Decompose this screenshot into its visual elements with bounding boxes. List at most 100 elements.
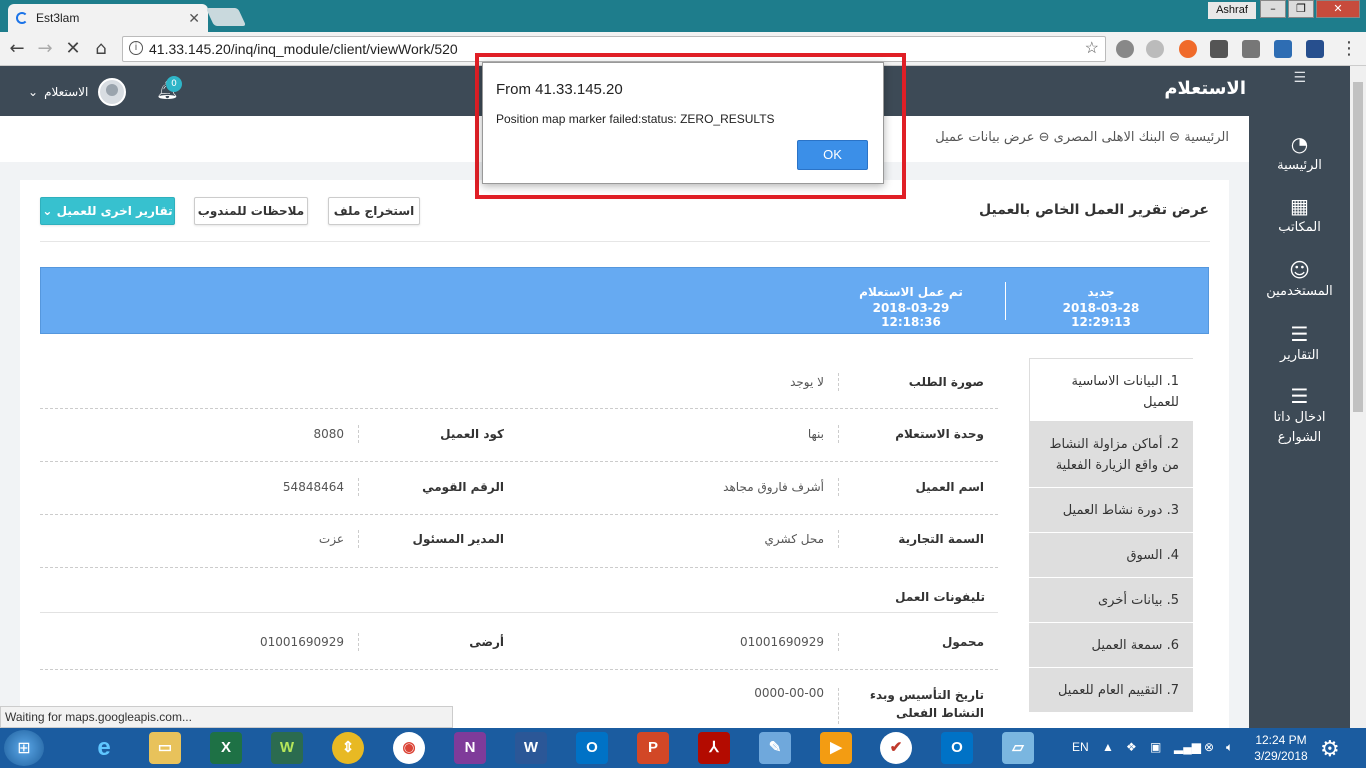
home-icon[interactable]: ⌂	[90, 38, 112, 59]
sidebar-item-users[interactable]: ☺ المستخدمين	[1249, 258, 1350, 299]
clock-time[interactable]: 12:24 PM	[1254, 733, 1308, 747]
new-tab-button[interactable]	[205, 8, 247, 26]
sidebar-item-home[interactable]: ◔ الرئيسية	[1249, 132, 1350, 173]
notification-badge: 0	[166, 76, 182, 92]
chevron-down-icon: ⌄	[28, 85, 39, 99]
agent-notes-button[interactable]: ملاحظات للمندوب	[194, 197, 308, 225]
field-separator	[358, 530, 359, 548]
list-icon: ☰	[1290, 322, 1309, 346]
field-separator	[838, 530, 839, 548]
dropbox-icon[interactable]: ❖	[1126, 740, 1137, 754]
menu-icon[interactable]: ⋮	[1338, 38, 1360, 59]
eraser-icon[interactable]	[1210, 40, 1228, 58]
browser-tab[interactable]: Est3lam ✕	[8, 4, 208, 32]
excel-icon[interactable]: X	[210, 732, 242, 764]
sidebar-item-label: الرئيسية	[1277, 158, 1322, 173]
national-id-label: الرقم القومي	[422, 480, 504, 494]
file-explorer-icon[interactable]: ▭	[149, 732, 181, 764]
volume-icon[interactable]: 🔈︎	[1226, 740, 1233, 755]
field-separator	[358, 633, 359, 651]
hamburger-icon[interactable]: ☰	[1293, 70, 1306, 86]
back-icon[interactable]: ←	[6, 38, 28, 59]
mobile-value: 01001690929	[740, 635, 824, 649]
paint-icon[interactable]: ✎	[759, 732, 791, 764]
minimize-button[interactable]: –	[1260, 0, 1286, 18]
camera-icon[interactable]	[1242, 40, 1260, 58]
landline-value: 01001690929	[260, 635, 344, 649]
request-image-label: صورة الطلب	[908, 375, 984, 389]
onenote-icon[interactable]: N	[454, 732, 486, 764]
extension-icon[interactable]	[1116, 40, 1134, 58]
sync-app-icon[interactable]: ⇕	[332, 732, 364, 764]
outlook-icon[interactable]: O	[941, 732, 973, 764]
sidebar-item-offices[interactable]: ▦ المكاتب	[1249, 194, 1350, 235]
pdf-reader-icon[interactable]: ⅄	[698, 732, 730, 764]
status-done-date: 2018-03-29 12:18:36	[872, 301, 950, 329]
timer-app-icon[interactable]: ✔	[880, 732, 912, 764]
user-menu[interactable]: ⌄ الاستعلام	[28, 78, 127, 106]
dialog-ok-button[interactable]: OK	[797, 140, 868, 170]
extension-icon[interactable]	[1306, 40, 1324, 58]
list-icon: ☰	[1290, 384, 1309, 408]
chrome-icon[interactable]: ◉	[393, 732, 425, 764]
close-window-button[interactable]: ✕	[1316, 0, 1360, 18]
tab-market[interactable]: 4. السوق	[1029, 533, 1193, 578]
tab-overall-evaluation[interactable]: 7. التقييم العام للعميل	[1029, 668, 1193, 713]
profile-button[interactable]: Ashraf	[1208, 2, 1256, 19]
internet-explorer-icon[interactable]: e	[88, 732, 120, 764]
start-button[interactable]: ⊞	[4, 730, 44, 766]
status-new-date: 2018-03-28 12:29:13	[1062, 301, 1140, 329]
tray-app-icon[interactable]: ▣	[1150, 740, 1161, 754]
field-separator	[838, 373, 839, 391]
media-player-icon[interactable]: ▶	[820, 732, 852, 764]
bookmark-star-icon[interactable]: ☆	[1085, 37, 1099, 61]
row-divider	[40, 408, 998, 409]
forward-icon[interactable]: →	[34, 38, 56, 59]
security-icon[interactable]: ⊗	[1204, 740, 1214, 754]
trade-name-label: السمة التجارية	[898, 532, 984, 546]
breadcrumb-bank[interactable]: البنك الاهلى المصرى	[1054, 130, 1165, 145]
word-icon[interactable]: W	[515, 732, 547, 764]
extension-icon[interactable]	[1274, 40, 1292, 58]
manager-label: المدير المسئول	[412, 532, 504, 546]
breadcrumb-current: عرض بيانات عميل	[935, 130, 1035, 145]
notes-app-icon[interactable]: ▱	[1002, 732, 1034, 764]
tab-activity-locations[interactable]: 2. أماكن مزاولة النشاط من واقع الزيارة ا…	[1029, 422, 1193, 488]
clock-date[interactable]: 3/29/2018	[1252, 749, 1310, 763]
breadcrumb-home[interactable]: الرئيسية	[1184, 130, 1229, 145]
browser-status: Waiting for maps.googleapis.com...	[0, 706, 453, 728]
outlook-icon[interactable]: O	[576, 732, 608, 764]
national-id-value: 54848464	[282, 480, 344, 494]
extension-icon[interactable]	[1146, 40, 1164, 58]
language-indicator[interactable]: EN	[1072, 740, 1089, 754]
tab-activity-cycle[interactable]: 3. دورة نشاط العميل	[1029, 488, 1193, 533]
tab-other-data[interactable]: 5. بيانات أخرى	[1029, 578, 1193, 623]
scrollbar-thumb[interactable]	[1353, 82, 1363, 412]
settings-gear-icon[interactable]: ⚙	[1320, 736, 1340, 762]
tab-reputation[interactable]: 6. سمعة العميل	[1029, 623, 1193, 668]
client-name-label: اسم العميل	[915, 480, 984, 494]
tab-close-icon[interactable]: ✕	[188, 10, 200, 27]
app-w-icon[interactable]: W	[271, 732, 303, 764]
tray-expand-icon[interactable]: ▲	[1102, 740, 1114, 754]
row-divider	[40, 567, 998, 568]
extension-icon[interactable]	[1179, 40, 1197, 58]
sidebar-item-streets[interactable]: ☰ ادخال داتا الشوارع	[1249, 386, 1350, 448]
tab-basic-info[interactable]: 1. البيانات الاساسية للعميل	[1029, 358, 1193, 422]
maximize-button[interactable]: ❐	[1288, 0, 1314, 18]
page-scrollbar[interactable]	[1350, 66, 1366, 728]
sidebar-item-reports[interactable]: ☰ التقارير	[1249, 322, 1350, 363]
other-reports-button[interactable]: ⌄ تقارير اخرى للعميل	[40, 197, 175, 225]
client-name-value: أشرف فاروق مجاهد	[723, 480, 824, 494]
loading-spinner-icon	[16, 12, 28, 24]
chevron-left-icon: ⊖	[1034, 130, 1050, 145]
trade-name-value: محل كشري	[764, 532, 824, 546]
section-divider	[40, 612, 998, 613]
field-separator	[838, 633, 839, 651]
export-file-button[interactable]: استخراج ملف	[328, 197, 420, 225]
powerpoint-icon[interactable]: P	[637, 732, 669, 764]
network-icon[interactable]: ▂▄▆	[1174, 740, 1201, 754]
stop-loading-icon[interactable]: ✕	[62, 38, 84, 59]
site-info-icon[interactable]: i	[129, 41, 143, 55]
client-code-value: 8080	[313, 427, 344, 441]
